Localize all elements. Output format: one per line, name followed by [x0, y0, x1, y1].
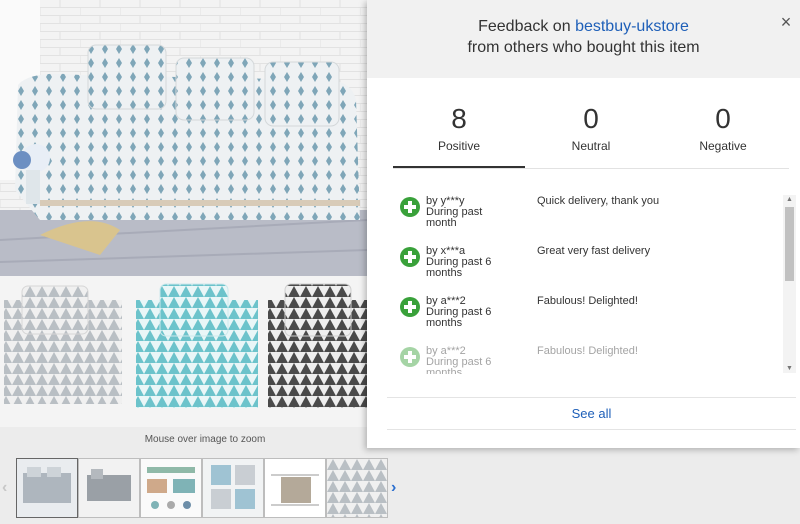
feedback-list[interactable]: by y***y During past month Quick deliver… [393, 190, 787, 374]
thumbnail-4[interactable] [202, 458, 264, 518]
store-link[interactable]: bestbuy-ukstore [575, 18, 689, 35]
feedback-time: During past month [426, 206, 483, 229]
thumbnail-3[interactable] [140, 458, 202, 518]
feedback-summary: 8 Positive 0 Neutral 0 Negative [393, 100, 789, 169]
thumbnail-1[interactable] [16, 458, 78, 518]
close-icon[interactable]: × [776, 12, 796, 32]
scroll-thumb[interactable] [785, 207, 794, 281]
thumbnail-strip: ‹ › [0, 455, 410, 521]
thumbnail-5[interactable] [264, 458, 326, 518]
negative-label: Negative [699, 139, 747, 153]
thumbnail-image [327, 459, 387, 517]
positive-plus-icon [400, 297, 420, 317]
zoom-hint: Mouse over image to zoom [144, 434, 266, 445]
list-item: by y***y During past month Quick deliver… [393, 190, 763, 240]
positive-plus-icon [400, 197, 420, 217]
sofa-cover-photo [0, 0, 367, 427]
thumbnail-image [17, 459, 77, 517]
feedback-comment: Fabulous! Delighted! [537, 345, 638, 357]
positive-label: Positive [437, 139, 481, 153]
see-all-link[interactable]: See all [387, 397, 796, 430]
chevron-right-icon[interactable]: › [391, 479, 396, 497]
tab-positive[interactable]: 8 Positive [393, 100, 525, 168]
feedback-modal: Feedback on bestbuy-ukstore from others … [367, 0, 800, 448]
thumbnail-image [265, 459, 325, 517]
feedback-time: During past 6 months [426, 256, 492, 279]
thumbnail-6[interactable] [326, 458, 388, 518]
thumbnail-image [141, 459, 201, 517]
main-product-image[interactable] [0, 0, 367, 427]
positive-plus-icon [400, 347, 420, 367]
feedback-comment: Fabulous! Delighted! [537, 295, 638, 307]
modal-header: Feedback on bestbuy-ukstore from others … [367, 0, 800, 78]
title-prefix: Feedback on [478, 18, 571, 35]
list-item: by x***a During past 6 months Great very… [393, 240, 763, 290]
title-suffix: from others who bought this item [467, 39, 700, 56]
feedback-comment: Great very fast delivery [537, 245, 651, 257]
feedback-scrollbar[interactable]: ▲ ▼ [783, 195, 796, 373]
feedback-comment: Quick delivery, thank you [537, 195, 660, 207]
negative-count: 0 [715, 103, 731, 134]
tab-neutral[interactable]: 0 Neutral [525, 100, 657, 168]
tab-negative[interactable]: 0 Negative [657, 100, 789, 168]
scroll-down-icon[interactable]: ▼ [786, 365, 793, 372]
list-item: by a***2 During past 6 months Fabulous! … [393, 340, 763, 374]
positive-plus-icon [400, 247, 420, 267]
thumbnail-2[interactable] [78, 458, 140, 518]
thumbnail-image [79, 459, 139, 517]
modal-title: Feedback on bestbuy-ukstore from others … [367, 16, 800, 58]
chevron-left-icon[interactable]: ‹ [2, 479, 7, 497]
neutral-count: 0 [583, 103, 599, 134]
thumbnail-image [203, 459, 263, 517]
list-item: by a***2 During past 6 months Fabulous! … [393, 290, 763, 340]
positive-count: 8 [451, 103, 467, 134]
feedback-time: During past 6 months [426, 356, 492, 375]
scroll-up-icon[interactable]: ▲ [786, 196, 793, 203]
product-gallery: Mouse over image to zoom ‹ › [0, 0, 396, 524]
feedback-time: During past 6 months [426, 306, 492, 329]
neutral-label: Neutral [571, 139, 611, 153]
